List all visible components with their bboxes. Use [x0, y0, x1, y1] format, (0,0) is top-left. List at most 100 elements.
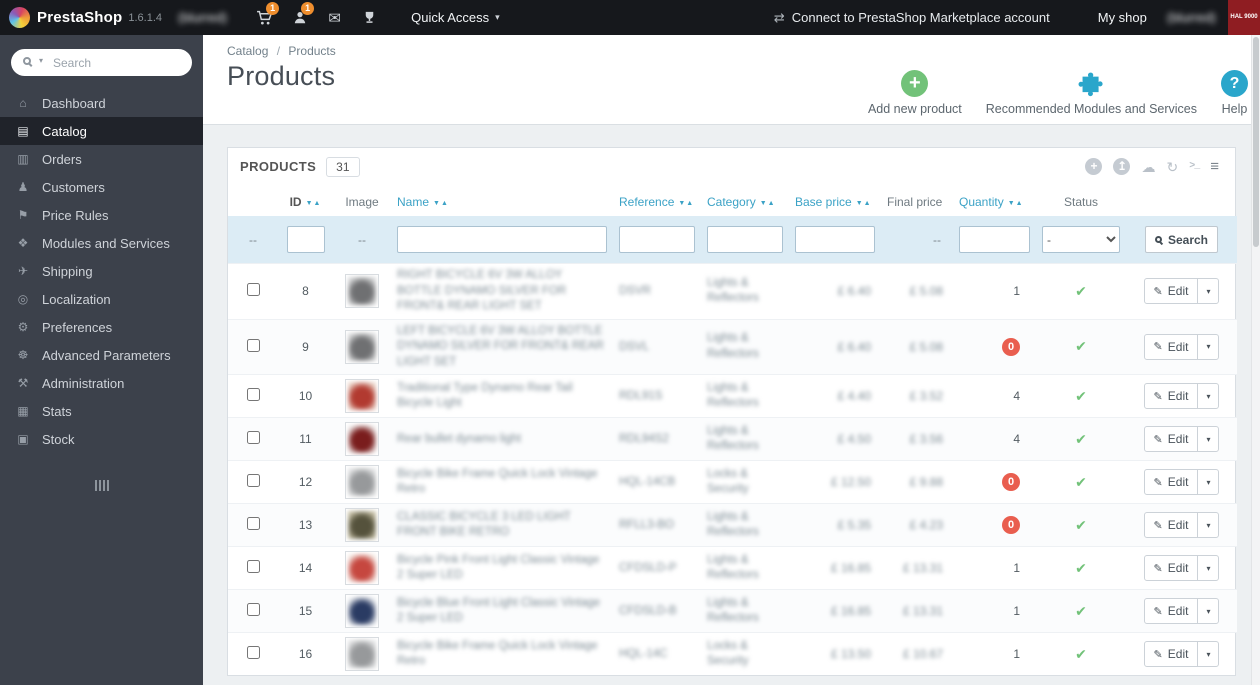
filter-base-price-input[interactable] [795, 226, 875, 253]
product-name[interactable]: CLASSIC BICYCLE 3 LED LIGHT FRONT BIKE R… [397, 510, 607, 541]
status-enabled-icon[interactable]: ✔ [1075, 338, 1087, 354]
row-checkbox[interactable] [246, 283, 260, 297]
product-name[interactable]: Bicycle Bike Frame Quick Lock Vintage Re… [397, 467, 607, 498]
sidebar-item-stats[interactable]: ▦ Stats [0, 397, 203, 425]
product-name[interactable]: RIGHT BICYCLE 6V 3W ALLOY BOTTLE DYNAMO … [397, 268, 607, 315]
product-name[interactable]: Bicycle Pink Front Light Classic Vintage… [397, 553, 607, 584]
status-enabled-icon[interactable]: ✔ [1075, 603, 1087, 619]
vertical-scrollbar[interactable] [1251, 35, 1260, 685]
product-image[interactable] [345, 379, 379, 414]
sort-carets-icon[interactable]: ▼▲ [678, 200, 694, 207]
export-icon[interactable]: ↥ [1113, 158, 1131, 175]
my-shop-link[interactable]: My shop [1098, 10, 1147, 25]
filter-category-input[interactable] [707, 226, 783, 253]
row-checkbox[interactable] [246, 560, 260, 574]
add-icon[interactable]: + [1085, 158, 1103, 175]
search-scope-caret-icon[interactable]: ▾ [39, 56, 43, 65]
help-button[interactable]: ? Help [1221, 70, 1248, 116]
edit-dropdown-toggle[interactable]: ▾ [1197, 513, 1218, 538]
product-image[interactable] [345, 551, 379, 586]
edit-button[interactable]: ✎ Edit [1145, 335, 1198, 359]
sidebar-item-shipping[interactable]: ✈ Shipping [0, 257, 203, 285]
edit-dropdown-toggle[interactable]: ▾ [1197, 384, 1218, 409]
sort-carets-icon[interactable]: ▼▲ [760, 200, 776, 207]
refresh-icon[interactable]: ↻ [1166, 160, 1178, 174]
sidebar-item-customers[interactable]: ♟ Customers [0, 173, 203, 201]
edit-button[interactable]: ✎ Edit [1145, 279, 1198, 303]
cloud-import-icon[interactable]: ☁ [1141, 160, 1155, 174]
recommended-modules-button[interactable]: Recommended Modules and Services [986, 70, 1197, 116]
edit-button[interactable]: ✎ Edit [1145, 513, 1198, 537]
search-button[interactable]: Search [1144, 226, 1219, 253]
breadcrumb-catalog[interactable]: Catalog [227, 44, 268, 58]
terminal-icon[interactable]: >_ [1189, 161, 1200, 172]
filter-name-input[interactable] [397, 226, 607, 253]
edit-button[interactable]: ✎ Edit [1145, 556, 1198, 580]
col-quantity[interactable]: Quantity ▼▲ [953, 185, 1036, 216]
status-enabled-icon[interactable]: ✔ [1075, 431, 1087, 447]
col-reference[interactable]: Reference ▼▲ [613, 185, 701, 216]
filter-quantity-input[interactable] [959, 226, 1030, 253]
edit-dropdown-toggle[interactable]: ▾ [1197, 556, 1218, 581]
status-enabled-icon[interactable]: ✔ [1075, 388, 1087, 404]
edit-button[interactable]: ✎ Edit [1145, 384, 1198, 408]
sort-carets-icon[interactable]: ▼▲ [1008, 200, 1024, 207]
add-new-product-button[interactable]: + Add new product [868, 70, 962, 116]
product-image[interactable] [345, 422, 379, 457]
customer-notifications-icon[interactable]: 1 [282, 0, 317, 35]
row-checkbox[interactable] [246, 338, 260, 352]
row-checkbox[interactable] [246, 388, 260, 402]
status-enabled-icon[interactable]: ✔ [1075, 517, 1087, 533]
sidebar-item-administration[interactable]: ⚒ Administration [0, 369, 203, 397]
scrollbar-thumb[interactable] [1253, 37, 1259, 247]
edit-button[interactable]: ✎ Edit [1145, 599, 1198, 623]
edit-button[interactable]: ✎ Edit [1145, 642, 1198, 666]
sidebar-item-advanced-parameters[interactable]: ☸ Advanced Parameters [0, 341, 203, 369]
col-name[interactable]: Name ▼▲ [391, 185, 613, 216]
product-image[interactable] [345, 274, 379, 309]
filter-reference-input[interactable] [619, 226, 695, 253]
sidebar-item-localization[interactable]: ◎ Localization [0, 285, 203, 313]
col-category[interactable]: Category ▼▲ [701, 185, 789, 216]
row-checkbox[interactable] [246, 474, 260, 488]
row-checkbox[interactable] [246, 646, 260, 660]
filter-id-input[interactable] [286, 226, 325, 253]
sidebar-item-preferences[interactable]: ⚙ Preferences [0, 313, 203, 341]
cart-notifications-icon[interactable]: 1 [247, 0, 282, 35]
sidebar-item-price-rules[interactable]: ⚑ Price Rules [0, 201, 203, 229]
sort-carets-icon[interactable]: ▼▲ [433, 200, 449, 207]
sidebar-item-stock[interactable]: ▣ Stock [0, 425, 203, 453]
sidebar-item-dashboard[interactable]: ⌂ Dashboard [0, 89, 203, 117]
sort-carets-icon[interactable]: ▼▲ [856, 200, 872, 207]
col-base-price[interactable]: Base price ▼▲ [789, 185, 881, 216]
marketplace-link[interactable]: ⇄ Connect to PrestaShop Marketplace acco… [774, 10, 1050, 26]
row-checkbox[interactable] [246, 517, 260, 531]
edit-dropdown-toggle[interactable]: ▾ [1197, 279, 1218, 304]
product-image[interactable] [345, 594, 379, 629]
product-image[interactable] [345, 465, 379, 500]
breadcrumb-products[interactable]: Products [288, 44, 335, 58]
sidebar-item-catalog[interactable]: ▤ Catalog [0, 117, 203, 145]
status-enabled-icon[interactable]: ✔ [1075, 283, 1087, 299]
edit-dropdown-toggle[interactable]: ▾ [1197, 599, 1218, 624]
edit-dropdown-toggle[interactable]: ▾ [1197, 470, 1218, 495]
filter-status-select[interactable]: - [1042, 226, 1120, 253]
edit-button[interactable]: ✎ Edit [1145, 427, 1198, 451]
status-enabled-icon[interactable]: ✔ [1075, 646, 1087, 662]
edit-button[interactable]: ✎ Edit [1145, 470, 1198, 494]
product-image[interactable] [345, 637, 379, 672]
status-enabled-icon[interactable]: ✔ [1075, 560, 1087, 576]
product-name[interactable]: Bicycle Blue Front Light Classic Vintage… [397, 596, 607, 627]
product-image[interactable] [345, 329, 379, 364]
edit-dropdown-toggle[interactable]: ▾ [1197, 642, 1218, 667]
product-name[interactable]: Traditional Type Dynamo Rear Tail Bicycl… [397, 381, 607, 412]
product-name[interactable]: Bicycle Bike Frame Quick Lock Vintage Re… [397, 639, 607, 670]
sidebar-item-modules[interactable]: ❖ Modules and Services [0, 229, 203, 257]
row-checkbox[interactable] [246, 431, 260, 445]
col-id[interactable]: ID ▼▲ [278, 185, 333, 216]
quick-access-menu[interactable]: Quick Access ▾ [411, 10, 500, 25]
database-icon[interactable]: ≡ [1210, 159, 1219, 174]
edit-dropdown-toggle[interactable]: ▾ [1197, 334, 1218, 359]
product-name[interactable]: LEFT BICYCLE 6V 3W ALLOY BOTTLE DYNAMO S… [397, 324, 607, 371]
product-name[interactable]: Rear bullet dynamo light [397, 432, 521, 448]
